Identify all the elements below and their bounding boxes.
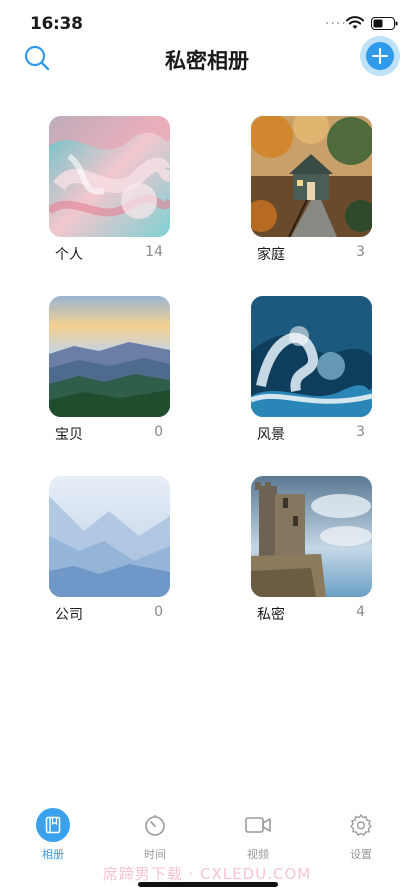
tab-time[interactable]: 时间	[125, 808, 185, 862]
album-meta: 宝贝 0	[49, 424, 163, 444]
album-count: 0	[154, 604, 163, 620]
album-name: 风景	[257, 427, 285, 443]
album-thumbnail[interactable]	[251, 476, 372, 597]
tab-album[interactable]: 相册	[23, 808, 83, 862]
album-book-icon	[36, 808, 70, 842]
album-meta: 私密 4	[251, 604, 365, 624]
tab-label: 时间	[144, 848, 166, 861]
album-card[interactable]: 宝贝 0	[49, 296, 179, 443]
battery-icon	[371, 17, 398, 30]
album-meta: 风景 3	[251, 424, 365, 444]
album-count: 14	[145, 244, 163, 260]
album-name: 公司	[55, 607, 83, 623]
album-card[interactable]: 家庭 3	[251, 116, 381, 263]
album-card[interactable]: 个人 14	[49, 116, 179, 263]
album-card[interactable]: 公司 0	[49, 476, 179, 623]
album-card[interactable]: 风景 3	[251, 296, 381, 443]
album-thumbnail[interactable]	[49, 296, 170, 417]
album-name: 家庭	[257, 247, 285, 263]
add-album-button[interactable]	[360, 36, 400, 76]
gear-icon	[350, 814, 372, 836]
album-card[interactable]: 私密 4	[251, 476, 381, 623]
mountain-image	[49, 296, 170, 417]
album-count: 3	[356, 244, 365, 260]
album-meta: 公司 0	[49, 604, 163, 624]
album-count: 0	[154, 424, 163, 440]
album-meta: 个人 14	[49, 244, 163, 264]
tab-label: 设置	[350, 848, 372, 861]
swirl-image	[49, 116, 170, 237]
album-meta: 家庭 3	[251, 244, 365, 264]
wifi-icon	[346, 16, 364, 29]
signal-icon: ····	[325, 16, 347, 32]
tab-settings[interactable]: 设置	[331, 808, 391, 862]
wave-image	[251, 296, 372, 417]
album-name: 宝贝	[55, 427, 83, 443]
status-bar: 16:38 ····	[0, 0, 414, 44]
album-thumbnail[interactable]	[49, 116, 170, 237]
status-time: 16:38	[30, 14, 83, 34]
plus-icon	[366, 42, 394, 70]
tab-video[interactable]: 视频	[228, 808, 288, 862]
tab-label: 相册	[42, 848, 64, 861]
tab-label: 视频	[247, 848, 269, 861]
page-title: 私密相册	[165, 49, 249, 73]
home-indicator[interactable]	[138, 882, 278, 887]
video-camera-icon	[245, 817, 271, 833]
album-thumbnail[interactable]	[251, 116, 372, 237]
timer-icon	[145, 815, 165, 836]
album-count: 3	[356, 424, 365, 440]
album-count: 4	[356, 604, 365, 620]
watermark: 席蹄男下载 · CXLEDU.COM	[102, 865, 312, 883]
album-thumbnail[interactable]	[251, 296, 372, 417]
misty-hills-image	[49, 476, 170, 597]
album-name: 私密	[257, 607, 285, 623]
album-thumbnail[interactable]	[49, 476, 170, 597]
header: 私密相册	[0, 36, 414, 100]
cabin-image	[251, 116, 372, 237]
castle-image	[251, 476, 372, 597]
album-name: 个人	[55, 247, 83, 263]
